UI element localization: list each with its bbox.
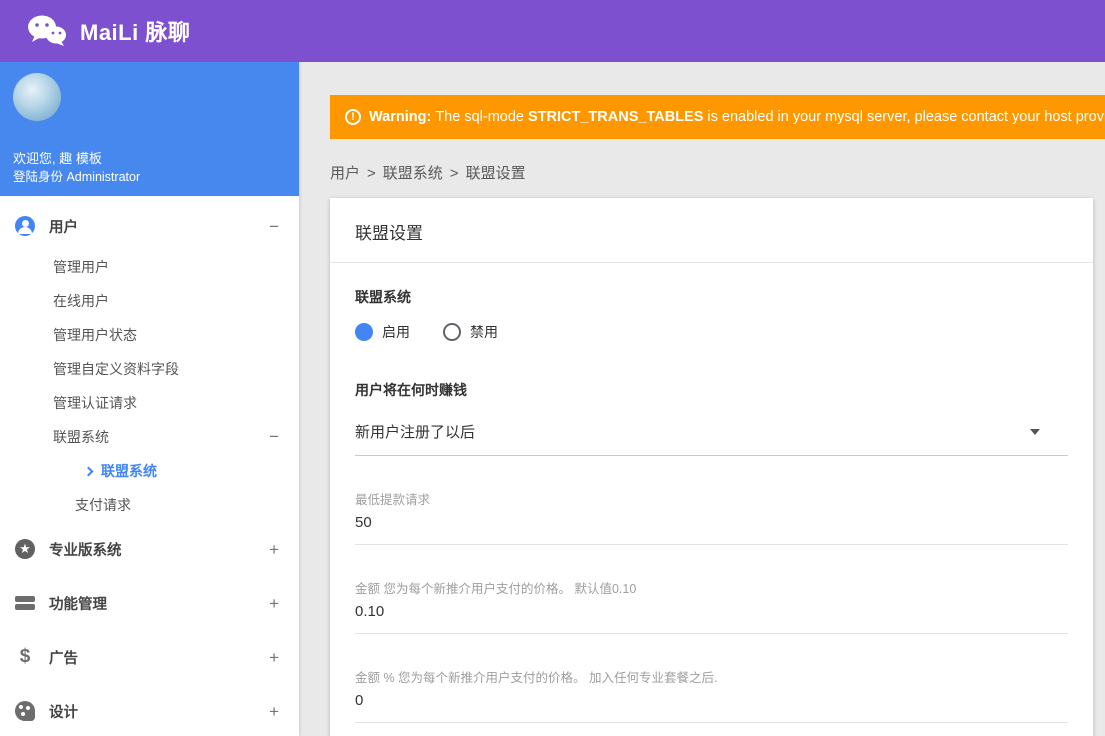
sidebar-item-manage-users[interactable]: 管理用户: [0, 250, 299, 284]
item-label: 在线用户: [53, 293, 109, 309]
sidebar-item-affiliate-active[interactable]: 联盟系统: [0, 454, 299, 488]
earn-when-group: 用户将在何时赚钱 新用户注册了以后: [355, 380, 1068, 456]
warning-code: STRICT_TRANS_TABLES: [528, 109, 704, 125]
item-label: 管理用户状态: [53, 327, 137, 343]
sidebar-section-design[interactable]: 设计 +: [0, 684, 299, 736]
radio-enable[interactable]: 启用: [355, 322, 410, 342]
amount-percent-label: 金额 % 您为每个新推介用户支付的价格。 加入任何专业套餐之后.: [355, 671, 718, 685]
app-title: MaiLi 脉聊: [80, 20, 191, 45]
radio-unselected-icon[interactable]: [443, 323, 461, 341]
sidebar-submenu-affiliate[interactable]: 联盟系统 −: [0, 420, 299, 454]
section-label: 广告: [49, 650, 78, 667]
breadcrumb-separator: >: [449, 165, 459, 182]
star-icon: ★: [15, 539, 35, 559]
palette-icon: [15, 701, 35, 721]
user-icon: [15, 216, 35, 236]
warning-icon: !: [345, 109, 361, 125]
warning-banner: ! Warning: The sql-mode STRICT_TRANS_TAB…: [330, 95, 1105, 139]
expand-icon[interactable]: +: [269, 649, 279, 666]
item-label: 管理认证请求: [53, 395, 137, 411]
amount-percent-group: 金额 % 您为每个新推介用户支付的价格。 加入任何专业套餐之后. 0: [355, 667, 1068, 723]
min-withdrawal-input[interactable]: 50: [355, 514, 1068, 531]
sidebar-item-user-status[interactable]: 管理用户状态: [0, 318, 299, 352]
menu-bars-icon: [15, 593, 35, 613]
app-header: MaiLi 脉聊: [0, 0, 1105, 62]
radio-label: 禁用: [470, 324, 498, 340]
min-withdrawal-group: 最低提款请求 50: [355, 489, 1068, 545]
sidebar-section-users[interactable]: 用户 −: [0, 202, 299, 250]
affiliate-system-radio-group: 启用 禁用: [355, 322, 1068, 342]
expand-icon[interactable]: +: [269, 703, 279, 720]
item-label: 管理自定义资料字段: [53, 361, 179, 377]
amount-per-referral-label: 金额 您为每个新推介用户支付的价格。 默认值0.10: [355, 582, 637, 596]
sidebar-section-features[interactable]: 功能管理 +: [0, 576, 299, 630]
section-label: 功能管理: [49, 596, 107, 613]
welcome-text: 欢迎您, 趣 模板: [13, 151, 102, 166]
card-body: 联盟系统 启用 禁用 用户将在何时赚钱 新用户注册了以后 最低提款请求 50 金…: [330, 263, 1093, 736]
affiliate-settings-card: 联盟设置 联盟系统 启用 禁用 用户将在何时赚钱 新用户注册了以后 最低提款请求…: [330, 198, 1093, 736]
earn-when-select[interactable]: 新用户注册了以后: [355, 413, 1068, 456]
earn-when-value: 新用户注册了以后: [355, 424, 476, 441]
caret-down-icon: [1030, 428, 1040, 435]
breadcrumb: 用户 > 联盟系统 > 联盟设置: [330, 162, 1105, 183]
breadcrumb-separator: >: [367, 165, 376, 182]
radio-selected-icon[interactable]: [355, 323, 373, 341]
section-label: 用户: [49, 219, 78, 236]
sidebar-item-online-users[interactable]: 在线用户: [0, 284, 299, 318]
sidebar-item-payment-requests[interactable]: 支付请求: [0, 488, 299, 522]
sidebar-item-custom-fields[interactable]: 管理自定义资料字段: [0, 352, 299, 386]
section-label: 设计: [49, 704, 78, 721]
role-text: 登陆身份 Administrator: [13, 170, 141, 184]
amount-percent-input[interactable]: 0: [355, 692, 1068, 709]
sidebar: 欢迎您, 趣 模板 登陆身份 Administrator 用户 − 管理用户 在…: [0, 62, 299, 736]
wechat-logo-icon: [28, 15, 66, 46]
radio-disable[interactable]: 禁用: [443, 322, 498, 342]
collapse-icon[interactable]: −: [269, 218, 279, 235]
earn-when-label: 用户将在何时赚钱: [355, 382, 467, 398]
amount-per-referral-input[interactable]: 0.10: [355, 603, 1068, 620]
avatar[interactable]: [13, 73, 61, 121]
item-label: 支付请求: [75, 497, 131, 513]
item-label: 联盟系统: [101, 463, 157, 479]
card-title: 联盟设置: [330, 198, 1093, 263]
chevron-right-icon: [83, 466, 94, 476]
breadcrumb-item-affiliate-system[interactable]: 联盟系统: [383, 165, 443, 182]
main-content: ! Warning: The sql-mode STRICT_TRANS_TAB…: [299, 62, 1105, 736]
breadcrumb-item-affiliate-settings: 联盟设置: [465, 165, 526, 182]
dollar-icon: $: [19, 646, 31, 667]
min-withdrawal-label: 最低提款请求: [355, 493, 431, 507]
amount-per-referral-group: 金额 您为每个新推介用户支付的价格。 默认值0.10 0.10: [355, 578, 1068, 634]
expand-icon[interactable]: +: [269, 595, 279, 612]
warning-text: is enabled in your mysql server, please …: [707, 109, 1105, 125]
warning-text: The sql-mode: [435, 109, 524, 125]
item-label: 管理用户: [53, 259, 109, 275]
section-label: 专业版系统: [49, 542, 122, 559]
expand-icon[interactable]: +: [269, 541, 279, 558]
sidebar-item-verification-requests[interactable]: 管理认证请求: [0, 386, 299, 420]
radio-label: 启用: [382, 324, 410, 340]
item-label: 联盟系统: [53, 429, 109, 445]
warning-prefix: Warning:: [369, 109, 432, 125]
sidebar-section-pro[interactable]: ★ 专业版系统 +: [0, 522, 299, 576]
sidebar-profile: 欢迎您, 趣 模板 登陆身份 Administrator: [0, 62, 299, 196]
sidebar-menu: 用户 − 管理用户 在线用户 管理用户状态 管理自定义资料字段 管理认证请求 联…: [0, 196, 299, 736]
sidebar-section-ads[interactable]: $ 广告 +: [0, 630, 299, 684]
collapse-icon[interactable]: −: [269, 427, 279, 447]
affiliate-system-label: 联盟系统: [355, 289, 411, 305]
breadcrumb-item-users[interactable]: 用户: [330, 165, 360, 182]
